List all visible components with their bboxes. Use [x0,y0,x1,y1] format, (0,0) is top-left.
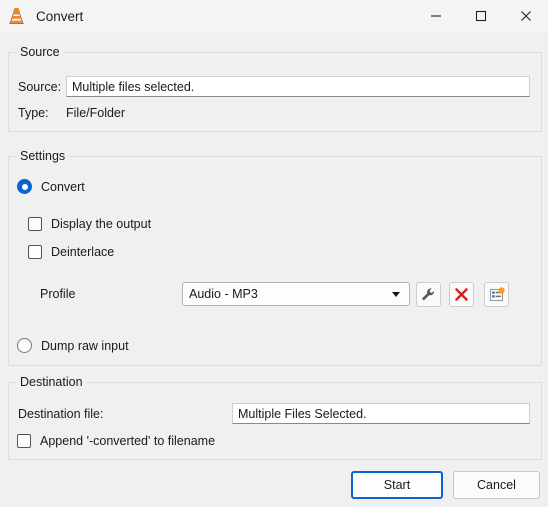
dump-raw-radio[interactable] [17,338,32,353]
delete-profile-button[interactable] [449,282,474,307]
close-button[interactable] [503,0,548,32]
settings-group-title: Settings [16,149,70,163]
red-x-icon [455,288,468,301]
window-controls [413,0,548,32]
profile-combobox-value: Audio - MP3 [189,287,258,301]
start-button[interactable]: Start [351,471,443,499]
dump-raw-label: Dump raw input [41,338,129,353]
profile-combobox[interactable]: Audio - MP3 [182,282,410,306]
convert-radio[interactable] [17,179,32,194]
display-output-label: Display the output [51,217,152,231]
source-group-title: Source [16,45,64,59]
minimize-button[interactable] [413,0,458,32]
destination-file-label: Destination file: [18,407,104,421]
type-value: File/Folder [66,106,126,120]
vlc-cone-icon [6,5,28,27]
chevron-down-icon [392,292,400,297]
wrench-icon [422,288,435,301]
convert-radio-label: Convert [41,179,85,194]
display-output-checkbox[interactable] [28,217,42,231]
append-converted-label: Append '-converted' to filename [40,434,216,448]
edit-profile-button[interactable] [416,282,441,307]
source-label: Source: [18,80,62,94]
profile-label: Profile [40,287,76,301]
deinterlace-row[interactable]: Deinterlace [28,245,114,259]
new-profile-button[interactable] [484,282,509,307]
maximize-button[interactable] [458,0,503,32]
display-output-row[interactable]: Display the output [28,217,151,231]
type-label: Type: [18,106,49,120]
cancel-button[interactable]: Cancel [453,471,540,499]
source-value-field[interactable]: Multiple files selected. [66,76,530,97]
deinterlace-checkbox[interactable] [28,245,42,259]
destination-group-title: Destination [16,375,87,389]
convert-radio-row[interactable]: Convert [17,179,85,194]
deinterlace-label: Deinterlace [51,245,115,259]
destination-file-field[interactable]: Multiple Files Selected. [232,403,530,424]
dump-raw-radio-row[interactable]: Dump raw input [17,338,129,353]
window-title: Convert [36,8,84,24]
new-profile-icon [489,286,505,301]
title-bar: Convert [0,0,548,32]
append-converted-checkbox[interactable] [17,434,31,448]
settings-group: Settings [8,149,542,366]
append-converted-row[interactable]: Append '-converted' to filename [17,434,215,448]
